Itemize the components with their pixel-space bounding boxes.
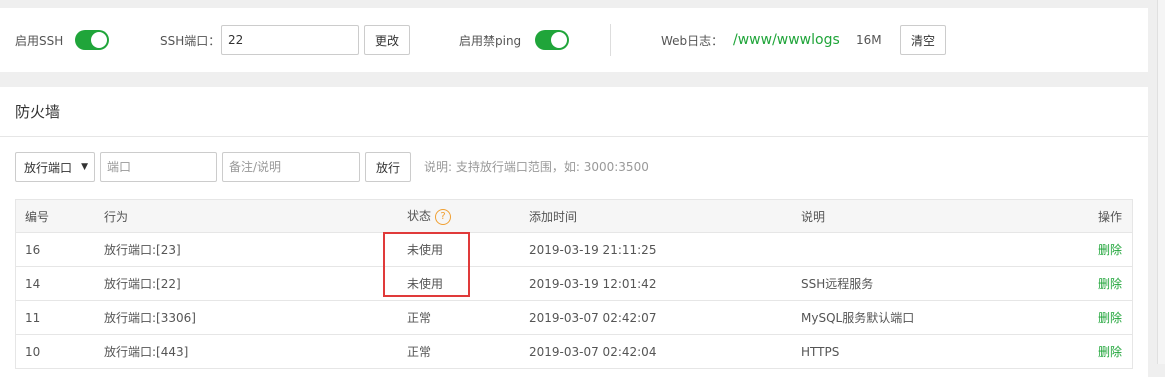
delete-link[interactable]: 删除 — [1098, 311, 1122, 325]
cell-time: 2019-03-19 12:01:42 — [529, 266, 801, 301]
cell-note: MySQL服务默认端口 — [801, 300, 1042, 335]
delete-link[interactable]: 删除 — [1098, 243, 1122, 257]
toggle-knob — [551, 32, 567, 48]
chevron-down-icon: ▼ — [81, 162, 88, 172]
settings-bar: 启用SSH SSH端口： 更改 启用禁ping Web日志： /www/wwwl… — [0, 8, 1148, 72]
col-operation: 操作 — [1042, 199, 1133, 233]
action-select-value: 放行端口 — [24, 160, 73, 175]
clear-log-button[interactable]: 清空 — [900, 25, 946, 55]
cell-action: 放行端口:[23] — [104, 232, 407, 267]
table-row: 14 放行端口:[22] 未使用 2019-03-19 12:01:42 SSH… — [15, 266, 1133, 301]
firewall-title: 防火墙 — [15, 103, 61, 121]
ssh-toggle[interactable] — [75, 30, 109, 50]
firewall-panel: 防火墙 放行端口 ▼ 放行 说明: 支持放行端口范围，如: 3000:3500 … — [0, 87, 1148, 377]
disable-ping-toggle[interactable] — [535, 30, 569, 50]
cell-action: 放行端口:[22] — [104, 266, 407, 301]
help-icon[interactable]: ? — [435, 208, 452, 225]
cell-operation: 删除 — [1042, 334, 1133, 369]
cell-note: SSH远程服务 — [801, 266, 1042, 301]
web-log-size: 16M — [856, 33, 882, 47]
allow-port-button[interactable]: 放行 — [365, 152, 411, 182]
col-time: 添加时间 — [529, 199, 801, 233]
disable-ping-label: 启用禁ping — [459, 33, 522, 48]
port-input[interactable] — [100, 152, 217, 182]
col-status-label: 状态 — [407, 209, 432, 224]
web-log-path-link[interactable]: /www/wwwlogs — [733, 32, 840, 48]
cell-status: 未使用 — [407, 232, 529, 267]
table-header-row: 编号 行为 状态? 添加时间 说明 操作 — [15, 199, 1133, 233]
ssh-port-label: SSH端口： — [160, 33, 221, 48]
cell-time: 2019-03-07 02:42:07 — [529, 300, 801, 335]
delete-link[interactable]: 删除 — [1098, 345, 1122, 359]
table-row: 10 放行端口:[443] 正常 2019-03-07 02:42:04 HTT… — [15, 334, 1133, 369]
cell-note — [801, 232, 1042, 267]
table-row: 11 放行端口:[3306] 正常 2019-03-07 02:42:07 My… — [15, 300, 1133, 335]
web-log-label: Web日志： — [661, 33, 724, 48]
col-id: 编号 — [15, 199, 104, 233]
cell-time: 2019-03-19 21:11:25 — [529, 232, 801, 267]
cell-operation: 删除 — [1042, 266, 1133, 301]
ssh-port-input[interactable] — [221, 25, 359, 55]
cell-status: 正常 — [407, 300, 529, 335]
action-select[interactable]: 放行端口 ▼ — [15, 152, 95, 182]
divider — [0, 136, 1148, 137]
cell-time: 2019-03-07 02:42:04 — [529, 334, 801, 369]
note-input[interactable] — [222, 152, 360, 182]
table-row: 16 放行端口:[23] 未使用 2019-03-19 21:11:25 删除 — [15, 232, 1133, 267]
cell-status: 未使用 — [407, 266, 529, 301]
cell-status: 正常 — [407, 334, 529, 369]
cell-id: 11 — [15, 300, 104, 335]
cell-id: 16 — [15, 232, 104, 267]
cell-action: 放行端口:[3306] — [104, 300, 407, 335]
delete-link[interactable]: 删除 — [1098, 277, 1122, 291]
cell-note: HTTPS — [801, 334, 1042, 369]
ssh-enable-label: 启用SSH — [15, 33, 64, 48]
divider — [610, 24, 611, 56]
cell-operation: 删除 — [1042, 232, 1133, 267]
cell-id: 10 — [15, 334, 104, 369]
col-action: 行为 — [104, 199, 407, 233]
scrollbar[interactable] — [1157, 0, 1165, 364]
toggle-knob — [91, 32, 107, 48]
cell-action: 放行端口:[443] — [104, 334, 407, 369]
hint-text: 说明: 支持放行端口范围，如: 3000:3500 — [424, 160, 649, 174]
firewall-table: 编号 行为 状态? 添加时间 说明 操作 16 放行端口:[23] 未使用 20… — [15, 199, 1133, 369]
col-note: 说明 — [801, 199, 1042, 233]
cell-id: 14 — [15, 266, 104, 301]
change-port-button[interactable]: 更改 — [364, 25, 410, 55]
col-status: 状态? — [407, 199, 529, 233]
cell-operation: 删除 — [1042, 300, 1133, 335]
